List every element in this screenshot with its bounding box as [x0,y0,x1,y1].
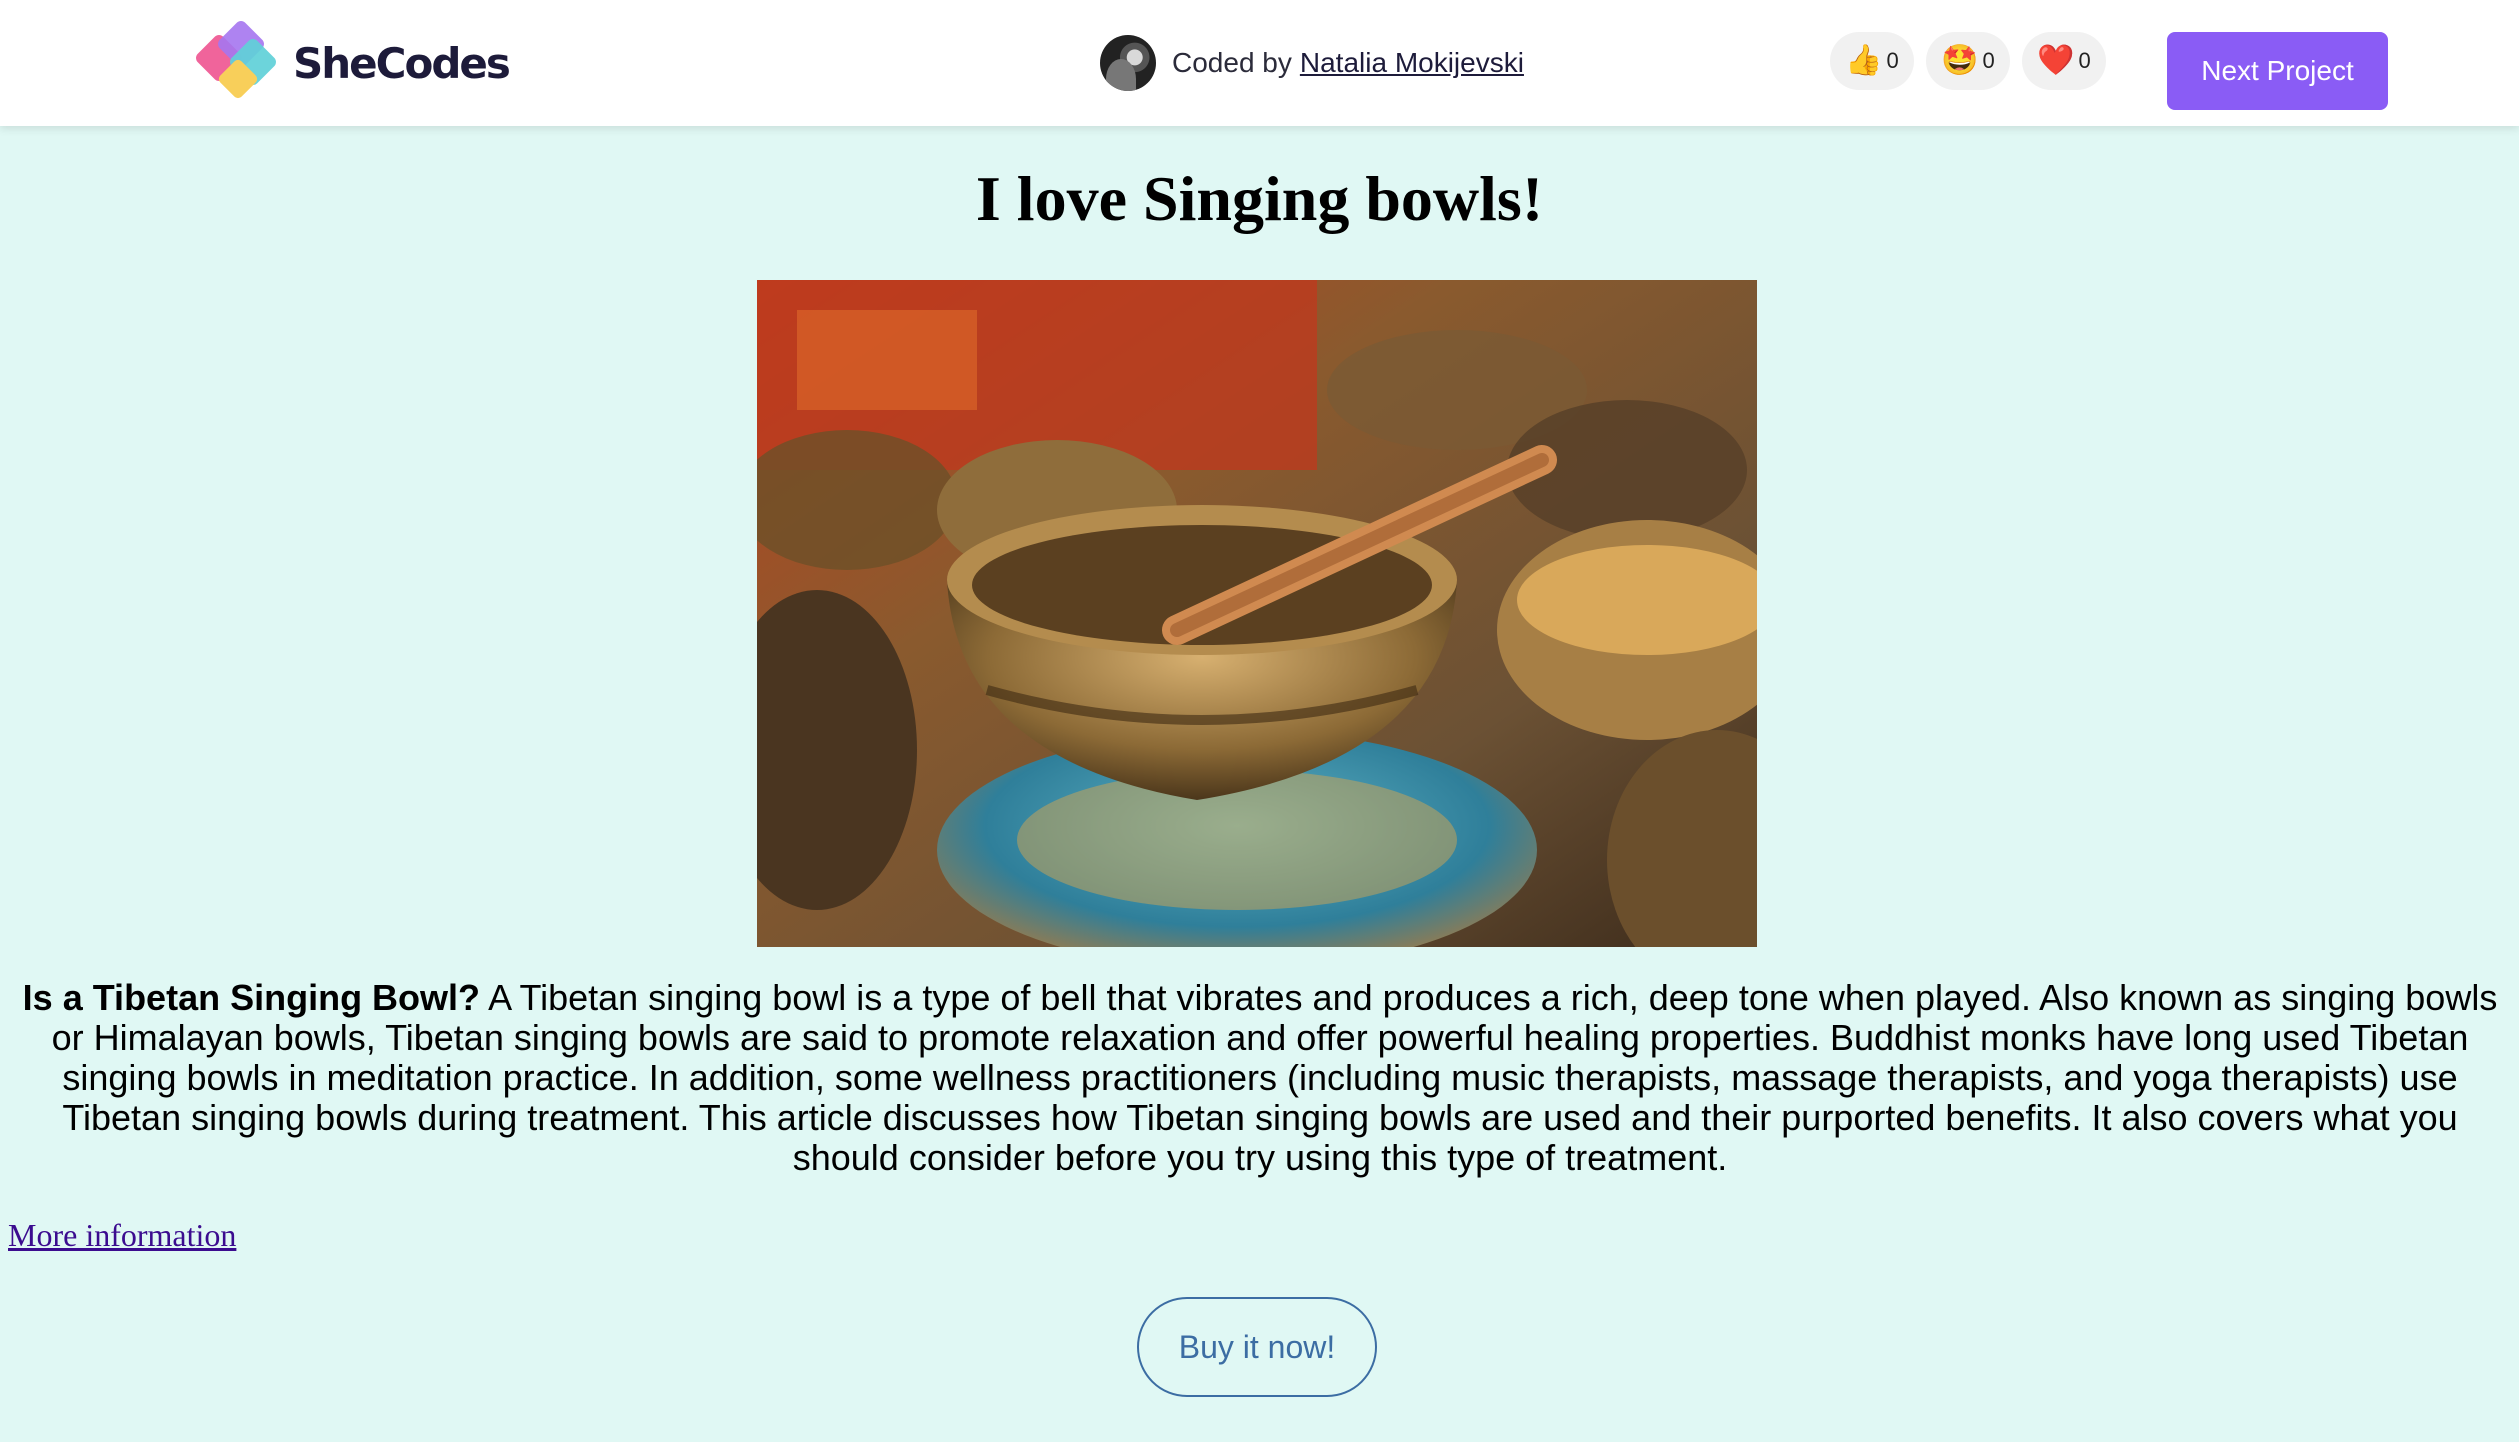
star-struck-icon: 🤩 [1941,44,1979,77]
reaction-thumbs-up[interactable]: 👍 0 [1830,32,1914,90]
logo-text: SheCodes [293,38,511,88]
article-text: Is a Tibetan Singing Bowl? A Tibetan sin… [14,978,2506,1178]
reaction-count: 0 [1982,48,1995,73]
singing-bowl-image [757,280,1757,947]
reaction-count: 0 [1886,48,1899,73]
thumbs-up-icon: 👍 [1845,44,1883,77]
top-bar: SheCodes Coded by Natalia Mokijevski 👍 0… [0,0,2519,126]
reaction-heart[interactable]: ❤️ 0 [2022,32,2106,90]
next-project-button[interactable]: Next Project [2167,32,2388,110]
article-lead: Is a Tibetan Singing Bowl? [22,977,481,1018]
shecodes-logo[interactable]: SheCodes [193,20,511,106]
reaction-count: 0 [2078,48,2091,73]
author-avatar [1100,35,1156,91]
singing-bowl-illustration [757,280,1757,947]
heart-icon: ❤️ [2037,44,2075,77]
reaction-star-struck[interactable]: 🤩 0 [1926,32,2010,90]
more-information-link[interactable]: More information [8,1217,236,1254]
buy-now-button[interactable]: Buy it now! [1137,1297,1377,1397]
coded-by: Coded by Natalia Mokijevski [1100,34,1524,92]
author-link[interactable]: Natalia Mokijevski [1300,47,1524,79]
shecodes-logo-icon [196,21,276,99]
coded-by-label: Coded by [1172,47,1292,78]
reactions: 👍 0 🤩 0 ❤️ 0 [1830,32,2106,90]
page-title: I love Singing bowls! [975,163,1544,234]
